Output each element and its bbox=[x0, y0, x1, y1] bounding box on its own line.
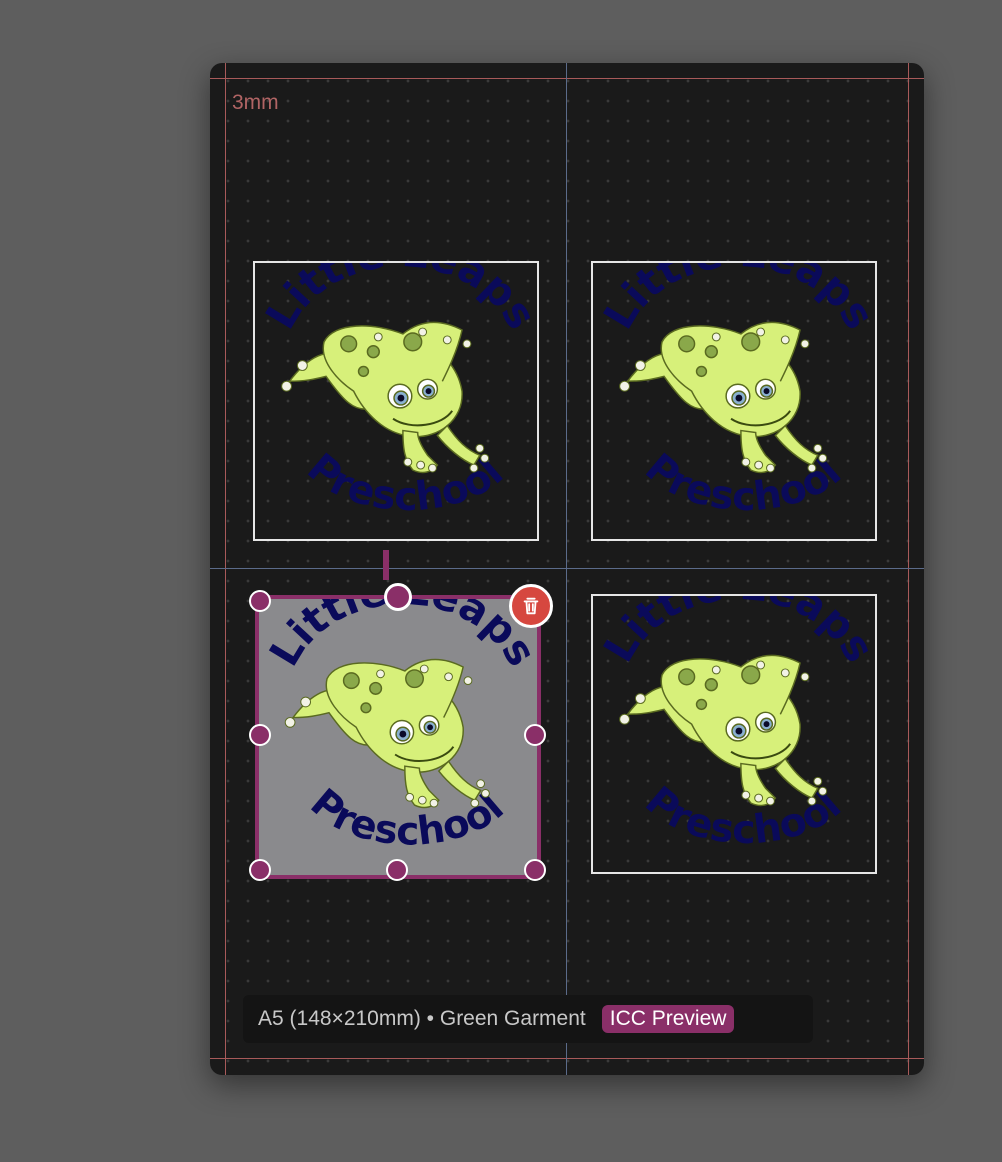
trash-icon bbox=[523, 597, 539, 615]
resize-handle-bottom-left[interactable] bbox=[249, 859, 271, 881]
delete-button[interactable] bbox=[509, 584, 553, 628]
logo-artwork: Little Leaps Preschool bbox=[256, 263, 537, 520]
icc-preview-badge[interactable]: ICC Preview bbox=[601, 1005, 735, 1033]
frog-illustration bbox=[288, 321, 481, 474]
design-tile-1[interactable]: Little Leaps Preschool bbox=[253, 261, 539, 541]
frog-illustration bbox=[291, 658, 482, 809]
logo-artwork: Little Leaps Preschool bbox=[594, 596, 875, 853]
design-tile-3-selected[interactable]: Little Leaps Preschool bbox=[255, 595, 541, 879]
bleed-guide-right bbox=[908, 63, 909, 1075]
bleed-label: 3mm bbox=[232, 91, 279, 114]
resize-handle-bottom-right[interactable] bbox=[524, 859, 546, 881]
logo-artwork: Little Leaps Preschool bbox=[594, 263, 875, 520]
bleed-guide-left bbox=[225, 63, 226, 1075]
rotate-handle[interactable] bbox=[384, 583, 412, 611]
frog-illustration bbox=[626, 321, 819, 474]
resize-handle-bottom-middle[interactable] bbox=[386, 859, 408, 881]
artboard-canvas[interactable]: 3mm Little Leaps Preschool bbox=[210, 63, 924, 1075]
logo-top-text: Little Leaps bbox=[256, 263, 537, 337]
logo-artwork: Little Leaps Preschool bbox=[260, 599, 537, 855]
logo-top-text: Little Leaps bbox=[594, 263, 875, 337]
frog-illustration bbox=[626, 654, 819, 807]
logo-top-text: Little Leaps bbox=[594, 596, 875, 670]
document-info: A5 (148×210mm) • Green Garment bbox=[258, 1007, 586, 1030]
resize-handle-middle-left[interactable] bbox=[249, 724, 271, 746]
bleed-guide-top bbox=[210, 78, 924, 79]
center-guide-vertical bbox=[566, 63, 567, 1075]
bleed-guide-bottom bbox=[210, 1058, 924, 1059]
rotation-stem bbox=[383, 550, 389, 580]
resize-handle-top-left[interactable] bbox=[249, 590, 271, 612]
design-tile-4[interactable]: Little Leaps Preschool bbox=[591, 594, 877, 874]
design-tile-2[interactable]: Little Leaps Preschool bbox=[591, 261, 877, 541]
status-bar: A5 (148×210mm) • Green Garment ICC Previ… bbox=[243, 995, 813, 1043]
center-guide-horizontal bbox=[210, 568, 924, 569]
resize-handle-middle-right[interactable] bbox=[524, 724, 546, 746]
